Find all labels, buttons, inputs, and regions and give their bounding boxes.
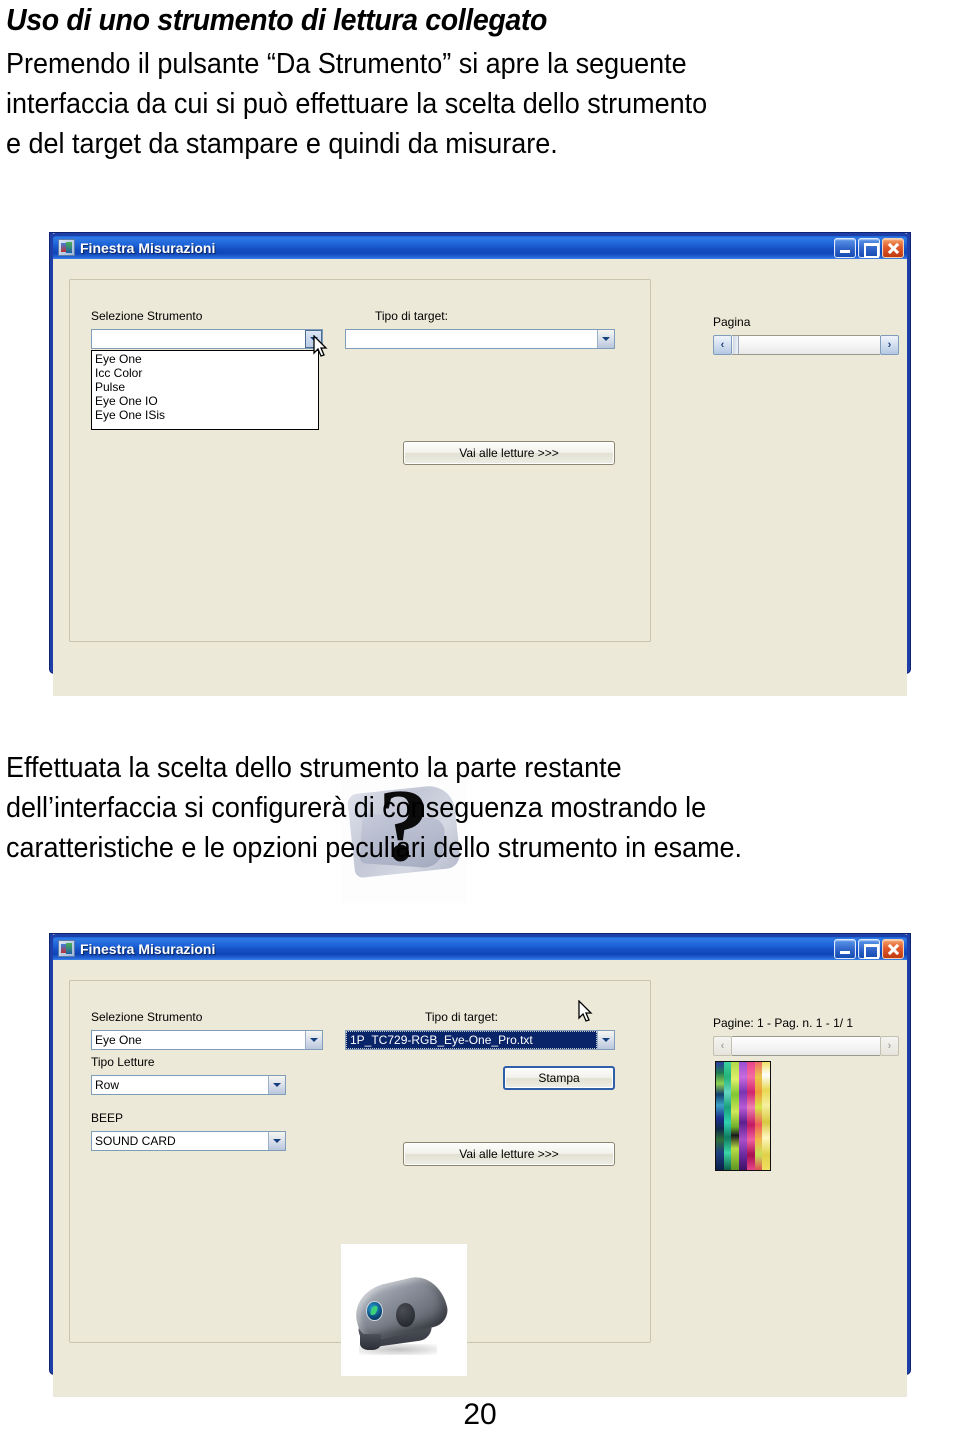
paragraph-line-text: Premendo il pulsante “Da Strumento” si a… xyxy=(6,48,687,80)
window2-beep-value: SOUND CARD xyxy=(95,1134,176,1148)
page-next-button[interactable]: › xyxy=(880,1036,899,1056)
window2-instrument-combo-value: Eye One xyxy=(95,1033,142,1047)
window2-beep-combo[interactable]: SOUND CARD xyxy=(91,1131,286,1151)
window2-target-combo[interactable]: 1P_TC729-RGB_Eye-One_Pro.txt xyxy=(345,1030,615,1050)
window1-go-readings-button[interactable]: Vai alle letture >>> xyxy=(403,441,615,465)
minimize-icon[interactable] xyxy=(834,237,856,258)
maximize-icon[interactable] xyxy=(858,938,880,959)
window2-page-navigator[interactable]: ‹ › xyxy=(713,1036,899,1056)
window2-target-label: Tipo di target: xyxy=(425,1010,498,1024)
target-column xyxy=(746,1062,755,1170)
window1-target-label: Tipo di target: xyxy=(375,309,448,323)
chevron-down-icon[interactable] xyxy=(305,330,322,348)
measurements-window-2[interactable]: Finestra Misurazioni Selezione Strumento… xyxy=(50,934,910,1397)
window2-reading-type-value: Row xyxy=(95,1078,120,1092)
chevron-down-icon[interactable] xyxy=(305,1031,322,1049)
window2-page-label: Pagine: 1 - Pag. n. 1 - 1/ 1 xyxy=(713,1016,854,1030)
list-item[interactable]: Eye One xyxy=(92,352,318,366)
device-led-icon xyxy=(366,1300,383,1321)
page-next-button[interactable]: › xyxy=(880,335,899,355)
window2-beep-label: BEEP xyxy=(91,1111,124,1125)
window1-caption-buttons[interactable] xyxy=(834,237,904,258)
target-columns xyxy=(716,1062,770,1170)
window2-instrument-preview xyxy=(341,1244,467,1376)
color-target-chart-thumbnail[interactable] xyxy=(715,1061,771,1171)
list-item[interactable]: Eye One ISis xyxy=(92,408,318,422)
window2-instrument-combo[interactable]: Eye One xyxy=(91,1030,323,1050)
page-prev-button[interactable]: ‹ xyxy=(713,335,732,355)
window1-page-navigator[interactable]: ‹ › xyxy=(713,335,899,355)
paragraph-line-text: interfaccia da cui si può effettuare la … xyxy=(6,88,708,120)
window1-instrument-dropdown-list[interactable]: Eye One Icc Color Pulse Eye One IO Eye O… xyxy=(91,350,319,430)
chevron-down-icon[interactable] xyxy=(268,1076,285,1094)
measurements-window-1[interactable]: Finestra Misurazioni Selezione Strumento… xyxy=(50,233,910,903)
maximize-icon[interactable] xyxy=(858,237,880,258)
paragraph-line: Effettuata la scelta dello strumento la … xyxy=(6,748,890,788)
window2-go-readings-button[interactable]: Vai alle letture >>> xyxy=(403,1142,615,1166)
paragraph-line: dell’interfaccia si configurerà di conse… xyxy=(6,788,890,828)
paragraph-line-text: caratteristiche e le opzioni peculiari d… xyxy=(6,832,743,864)
close-icon[interactable] xyxy=(882,237,904,258)
page-track[interactable] xyxy=(732,1036,880,1056)
measurements-app-icon xyxy=(58,239,75,256)
target-column xyxy=(739,1062,747,1170)
eye-one-instrument-image xyxy=(341,1244,467,1376)
close-icon[interactable] xyxy=(882,938,904,959)
chevron-down-icon[interactable] xyxy=(268,1132,285,1150)
list-item[interactable]: Icc Color xyxy=(92,366,318,380)
target-column xyxy=(731,1062,740,1170)
window2-reading-type-label: Tipo Letture xyxy=(91,1055,155,1069)
target-column xyxy=(716,1062,724,1170)
chevron-down-icon[interactable] xyxy=(597,330,614,348)
paragraph-line-text: dell’interfaccia si configurerà di conse… xyxy=(6,792,707,824)
paragraph-line-text: e del target da stampare e quindi da mis… xyxy=(6,128,558,160)
window1-titlebar[interactable]: Finestra Misurazioni xyxy=(50,233,910,259)
list-item[interactable]: Eye One IO xyxy=(92,394,318,408)
page-number: 20 xyxy=(463,1398,497,1431)
page-title: Uso di uno strumento di lettura collegat… xyxy=(6,2,548,37)
window2-target-combo-value: 1P_TC729-RGB_Eye-One_Pro.txt xyxy=(346,1031,597,1049)
window2-client-area: Selezione Strumento Eye One Tipo Letture… xyxy=(53,960,907,1397)
measurements-app-icon xyxy=(58,940,75,957)
intro-paragraph: Premendo il pulsante “Da Strumento” si a… xyxy=(6,44,890,164)
list-item[interactable]: Pulse xyxy=(92,380,318,394)
page-track[interactable] xyxy=(732,335,880,355)
window2-title: Finestra Misurazioni xyxy=(80,940,216,957)
window1-title: Finestra Misurazioni xyxy=(80,239,216,256)
window2-instrument-label: Selezione Strumento xyxy=(91,1010,203,1024)
paragraph-line-text: Effettuata la scelta dello strumento la … xyxy=(6,752,622,784)
window1-target-combo[interactable] xyxy=(345,329,615,349)
window2-titlebar[interactable]: Finestra Misurazioni xyxy=(50,934,910,960)
paragraph-line: caratteristiche e le opzioni peculiari d… xyxy=(6,828,890,868)
explanation-paragraph: Effettuata la scelta dello strumento la … xyxy=(6,748,890,868)
minimize-icon[interactable] xyxy=(834,938,856,959)
paragraph-line: interfaccia da cui si può effettuare la … xyxy=(6,84,890,124)
paragraph-line: e del target da stampare e quindi da mis… xyxy=(6,124,890,164)
chevron-down-icon[interactable] xyxy=(597,1031,614,1049)
target-column xyxy=(754,1062,763,1170)
target-column xyxy=(723,1062,732,1170)
window1-page-label: Pagina xyxy=(713,315,751,329)
window2-print-button[interactable]: Stampa xyxy=(503,1066,615,1090)
page-prev-button[interactable]: ‹ xyxy=(713,1036,732,1056)
paragraph-line: Premendo il pulsante “Da Strumento” si a… xyxy=(6,44,890,84)
device-foot xyxy=(359,1333,382,1350)
window2-caption-buttons[interactable] xyxy=(834,938,904,959)
target-column xyxy=(762,1062,770,1170)
page-thumb[interactable] xyxy=(733,336,739,354)
window1-instrument-combo[interactable] xyxy=(91,329,323,349)
window2-reading-type-combo[interactable]: Row xyxy=(91,1075,286,1095)
window1-client-area: Selezione Strumento Eye One Icc Color Pu… xyxy=(53,259,907,903)
window1-instrument-label: Selezione Strumento xyxy=(91,309,203,323)
